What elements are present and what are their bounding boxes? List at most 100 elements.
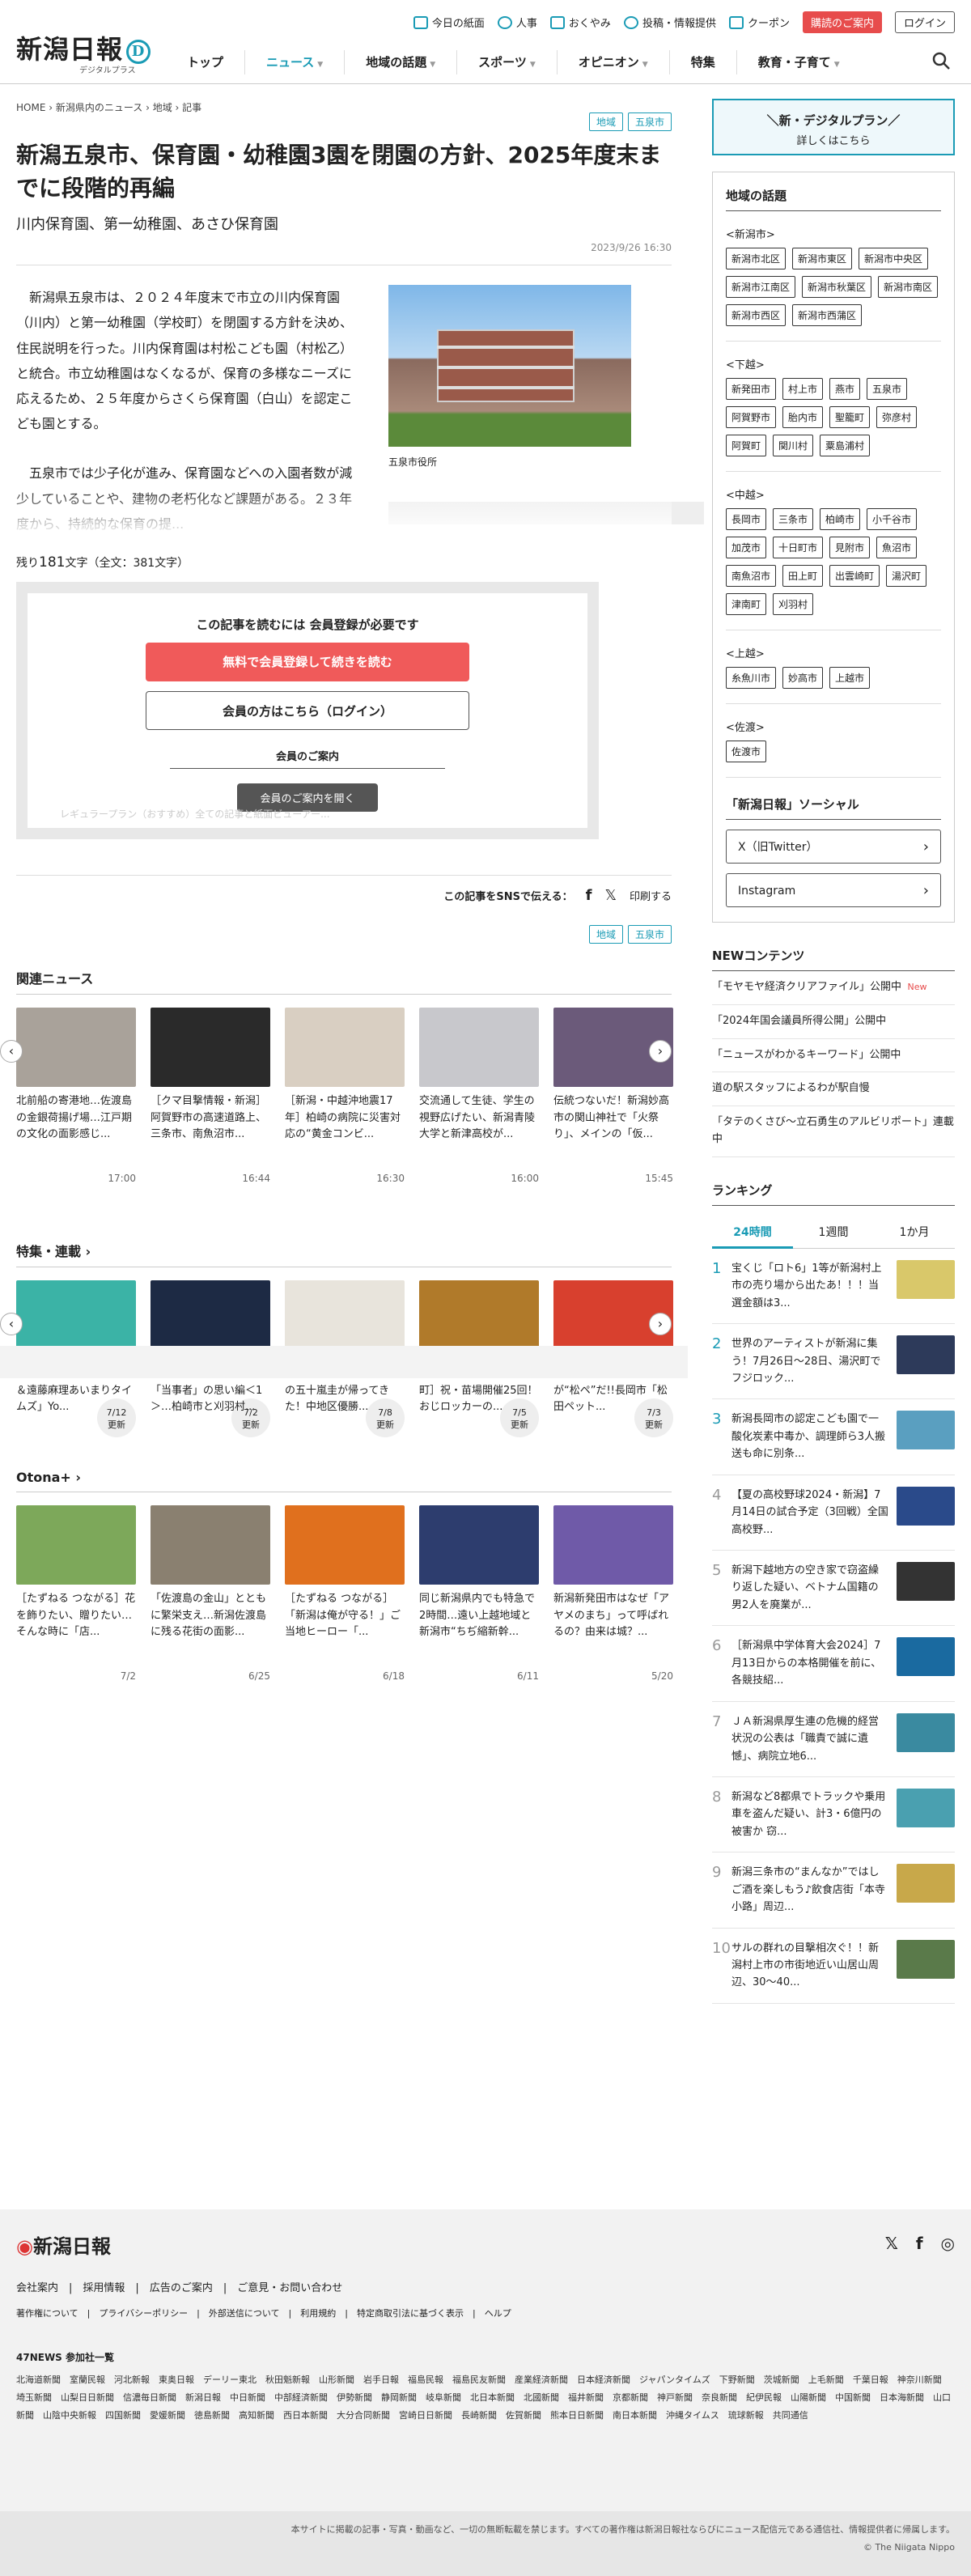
util-link-paper[interactable]: 今日の紙面 [413, 15, 485, 30]
region-chip[interactable]: 小千谷市 [867, 508, 918, 530]
region-chip[interactable]: 柏崎市 [820, 508, 861, 530]
region-chip[interactable]: 長岡市 [726, 508, 767, 530]
footer-link[interactable]: 著作権について [16, 2308, 78, 2319]
related-news-card[interactable]: ［クマ目撃情報・新潟］阿賀野市の高速道路上、三条市、南魚沼市... 16:44 [151, 1007, 270, 1184]
arrow-right-icon[interactable]: › [649, 1039, 672, 1063]
instagram-icon[interactable]: ◎ [941, 2234, 955, 2253]
arrow-left-icon[interactable]: ‹ [0, 1039, 23, 1063]
facebook-icon[interactable]: f [586, 887, 592, 904]
tab-week[interactable]: 1週間 [793, 1217, 874, 1249]
footer-link[interactable]: プライバシーポリシー [99, 2308, 188, 2319]
related-news-card[interactable]: ［新潟・中越沖地震17年］柏崎の病院に災害対応の“黄金コンビ... 16:30 [285, 1007, 405, 1184]
partner-list[interactable]: 北海道新聞 室蘭民報 河北新報 東奥日報 デーリー東北 秋田魁新報 山形新聞 岩… [16, 2371, 955, 2425]
region-chip[interactable]: 新潟市江南区 [726, 276, 796, 298]
nav-education[interactable]: 教育・子育て ▼ [736, 50, 861, 74]
print-link[interactable]: 印刷する [630, 888, 672, 903]
otona-card[interactable]: 「佐渡島の金山」とともに繁栄支え…新潟佐渡島に残る花街の面影... 6/25 [151, 1504, 270, 1682]
region-chip[interactable]: 燕市 [829, 378, 861, 400]
region-chip[interactable]: 見附市 [829, 537, 871, 558]
region-chip[interactable]: 新潟市西蒲区 [792, 304, 863, 326]
ranking-item[interactable]: 2 世界のアーティストが新潟に集う！7月26日～28日、湯沢町でフジロック... [712, 1324, 955, 1400]
breadcrumb-news[interactable]: 新潟県内のニュース [56, 102, 142, 113]
util-link-submit[interactable]: 投稿・情報提供 [623, 15, 716, 30]
search-icon[interactable] [932, 52, 950, 70]
region-chip[interactable]: 阿賀野市 [726, 406, 777, 428]
site-logo[interactable]: 新潟日報 D [16, 29, 151, 66]
otona-card[interactable]: ［たずねる つながる］「新潟は俺が守る！」ご当地ヒーロー「... 6/18 [285, 1504, 405, 1682]
region-chip[interactable]: 妙高市 [782, 667, 824, 689]
region-chip[interactable]: 村上市 [782, 378, 824, 400]
facebook-icon[interactable]: f [916, 2234, 923, 2253]
region-chip[interactable]: 湯沢町 [886, 565, 927, 587]
new-content-item[interactable]: 道の駅スタッフによるわが駅自慢 [712, 1072, 955, 1107]
arrow-right-icon[interactable]: › [649, 1312, 672, 1335]
region-chip[interactable]: 上越市 [829, 667, 871, 689]
ranking-item[interactable]: 6 ［新潟県中学体育大会2024］7月13日からの本格開催を前に、各競技紹... [712, 1626, 955, 1702]
ranking-item[interactable]: 10 サルの群れの目撃相次ぐ！！新潟村上市の市街地近い山居山周辺、30～40... [712, 1929, 955, 2004]
region-chip[interactable]: 五泉市 [867, 378, 908, 400]
region-chip[interactable]: 胎内市 [782, 406, 824, 428]
breadcrumb-home[interactable]: HOME [16, 102, 45, 113]
ranking-item[interactable]: 3 新潟長岡市の認定こども園で一酸化炭素中毒か、調理師ら3人搬送も命に別条... [712, 1399, 955, 1475]
footer-link[interactable]: 広告のご案内 [150, 2282, 213, 2294]
digital-plan-banner[interactable]: ＼新・デジタルプラン／ 詳しくはこちら [712, 99, 955, 155]
region-chip[interactable]: 新発田市 [726, 378, 777, 400]
new-content-item[interactable]: 「2024年国会議員所得公開」公開中 [712, 1005, 955, 1039]
related-news-card[interactable]: 交流通して生徒、学生の視野広げたい、新潟青陵大学と新津高校が... 16:00 [419, 1007, 539, 1184]
nav-special[interactable]: 特集 [668, 50, 736, 74]
region-chip[interactable]: 新潟市西区 [726, 304, 787, 326]
login-button[interactable]: ログイン [894, 11, 955, 33]
nav-sports[interactable]: スポーツ ▼ [456, 50, 557, 74]
new-content-item[interactable]: 「タテのくさび～立石勇生のアルビリポート」連載中 [712, 1106, 955, 1157]
footer-link[interactable]: 会社案内 [16, 2282, 58, 2294]
footer-link[interactable]: 採用情報 [83, 2282, 125, 2294]
tag-local[interactable]: 地域 [588, 924, 623, 944]
ranking-item[interactable]: 9 新潟三条市の“まんなか”ではしご酒を楽しもう♪飲食店街「本寺小路」周辺... [712, 1852, 955, 1929]
region-chip[interactable]: 新潟市東区 [792, 248, 853, 269]
breadcrumb-local[interactable]: 地域 [153, 102, 172, 113]
x-icon[interactable]: 𝕏 [885, 2234, 898, 2253]
util-link-personnel[interactable]: 人事 [497, 15, 537, 30]
nav-news[interactable]: ニュース ▼ [244, 50, 344, 74]
tab-month[interactable]: 1か月 [874, 1217, 955, 1249]
ranking-item[interactable]: 1 宝くじ「ロト6」1等が新潟村上市の売り場から出たあ！！！当選金額は3... [712, 1249, 955, 1325]
tag-gosen[interactable]: 五泉市 [627, 924, 672, 944]
otona-title[interactable]: Otona+ › [16, 1470, 672, 1492]
region-chip[interactable]: 粟島浦村 [820, 435, 871, 456]
related-news-card[interactable]: 伝統つないだ！新潟妙高市の関山神社で「火祭り」、メインの「仮... 15:45 [553, 1007, 673, 1184]
region-chip[interactable]: 十日町市 [773, 537, 824, 558]
footer-link[interactable]: 利用規約 [300, 2308, 336, 2319]
region-chip[interactable]: 魚沼市 [876, 537, 918, 558]
region-chip[interactable]: 三条市 [773, 508, 814, 530]
footer-link[interactable]: 特定商取引法に基づく表示 [357, 2308, 464, 2319]
region-chip[interactable]: 新潟市南区 [878, 276, 939, 298]
arrow-left-icon[interactable]: ‹ [0, 1312, 23, 1335]
region-chip[interactable]: 糸魚川市 [726, 667, 777, 689]
region-chip[interactable]: 南魚沼市 [726, 565, 777, 587]
region-chip[interactable]: 新潟市秋葉区 [802, 276, 872, 298]
register-free-button[interactable]: 無料で会員登録して続きを読む [146, 642, 469, 681]
otona-card[interactable]: 同じ新潟県内でも特急で2時間…遠い上越地域と新潟市“ちぢ縮新幹... 6/11 [419, 1504, 539, 1682]
nav-top[interactable]: トップ [166, 50, 244, 74]
new-content-item[interactable]: 「ニュースがわかるキーワード」公開中 [712, 1039, 955, 1073]
related-news-card[interactable]: 北前船の寄港地…佐渡島の金銀荷揚げ場…江戸期の文化の面影感じ... 17:00 [16, 1007, 136, 1184]
region-chip[interactable]: 刈羽村 [773, 593, 814, 615]
util-link-obituary[interactable]: おくやみ [549, 15, 611, 30]
region-chip[interactable]: 田上町 [782, 565, 824, 587]
instagram-link[interactable]: Instagram [726, 873, 941, 908]
region-chip[interactable]: 加茂市 [726, 537, 767, 558]
footer-logo[interactable]: ◉新潟日報 [16, 2230, 111, 2259]
region-chip[interactable]: 聖籠町 [829, 406, 871, 428]
region-chip[interactable]: 関川村 [773, 435, 814, 456]
region-chip[interactable]: 津南町 [726, 593, 767, 615]
nav-opinion[interactable]: オピニオン ▼ [556, 50, 669, 74]
ranking-item[interactable]: 8 新潟など8都県でトラックや乗用車を盗んだ疑い、計3・6億円の被害か 窃... [712, 1777, 955, 1853]
otona-card[interactable]: ［たずねる つながる］花を飾りたい、贈りたい…そんな時に「店... 7/2 [16, 1504, 136, 1682]
twitter-link[interactable]: X（旧Twitter） [726, 830, 941, 864]
footer-link[interactable]: 外部送信について [209, 2308, 280, 2319]
util-link-coupon[interactable]: クーポン [728, 15, 790, 30]
region-chip[interactable]: 新潟市中央区 [859, 248, 929, 269]
subscribe-button[interactable]: 購読のご案内 [802, 11, 882, 33]
new-content-item[interactable]: 「モヤモヤ経済クリアファイル」公開中 New [712, 971, 955, 1005]
region-chip[interactable]: 弥彦村 [876, 406, 918, 428]
